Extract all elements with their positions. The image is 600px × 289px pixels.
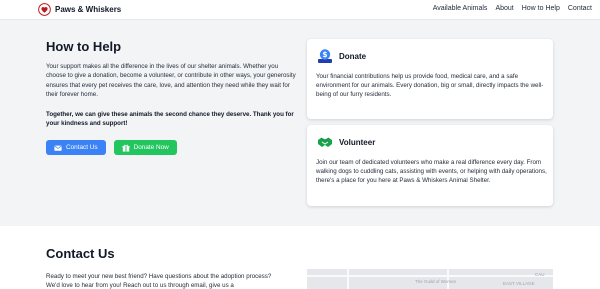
nav-about[interactable]: About [495, 5, 513, 12]
donate-card-title: Donate [339, 51, 367, 61]
gift-icon [122, 144, 130, 152]
map-label: CAU [535, 272, 545, 277]
brand[interactable]: Paws & Whiskers [38, 3, 121, 16]
help-buttons: Contact Us Donate Now [46, 140, 296, 156]
main-nav: Available Animals About How to Help Cont… [433, 5, 592, 12]
volunteer-card-title: Volunteer [339, 137, 376, 147]
contact-title: Contact Us [46, 246, 115, 261]
contact-text: Ready to meet your new best friend? Have… [46, 273, 272, 289]
nav-available-animals[interactable]: Available Animals [433, 5, 488, 12]
paw-heart-logo-icon [38, 3, 51, 16]
donate-card-text: Your financial contributions help us pro… [316, 73, 544, 99]
nav-how-to-help[interactable]: How to Help [522, 5, 560, 12]
donate-now-button[interactable]: Donate Now [113, 140, 177, 156]
contact-section: Contact Us Ready to meet your new best f… [0, 226, 600, 289]
contact-us-button[interactable]: Contact Us [46, 140, 106, 156]
handshake-icon [318, 137, 332, 147]
donate-card-header: $ Donate [317, 48, 366, 64]
map-label: The Guild of Women [415, 279, 457, 284]
nav-contact[interactable]: Contact [568, 5, 592, 12]
volunteer-card: Volunteer Join our team of dedicated vol… [307, 125, 553, 206]
help-title: How to Help [46, 39, 122, 54]
volunteer-card-text: Join our team of dedicated volunteers wh… [316, 159, 547, 185]
help-paragraph: Your support makes all the difference in… [46, 63, 296, 99]
how-to-help-section: How to Help Your support makes all the d… [0, 20, 600, 226]
help-closing: Together, we can give these animals the … [46, 110, 294, 128]
contact-us-label: Contact Us [66, 144, 98, 152]
help-intro: How to Help Your support makes all the d… [46, 39, 296, 156]
envelope-icon [54, 145, 62, 151]
map-road [347, 269, 349, 289]
brand-name: Paws & Whiskers [55, 5, 122, 14]
volunteer-card-header: Volunteer [317, 134, 375, 150]
navbar: Paws & Whiskers Available Animals About … [0, 0, 600, 20]
map-label: EAST VILLAGE [503, 281, 535, 286]
donate-dollar-icon: $ [318, 49, 332, 63]
svg-text:$: $ [322, 50, 327, 59]
donate-card: $ Donate Your financial contributions he… [307, 39, 553, 119]
donate-now-label: Donate Now [133, 144, 169, 152]
map-road [307, 275, 553, 277]
contact-map[interactable]: The Guild of Women EAST VILLAGE CAU [307, 269, 553, 289]
